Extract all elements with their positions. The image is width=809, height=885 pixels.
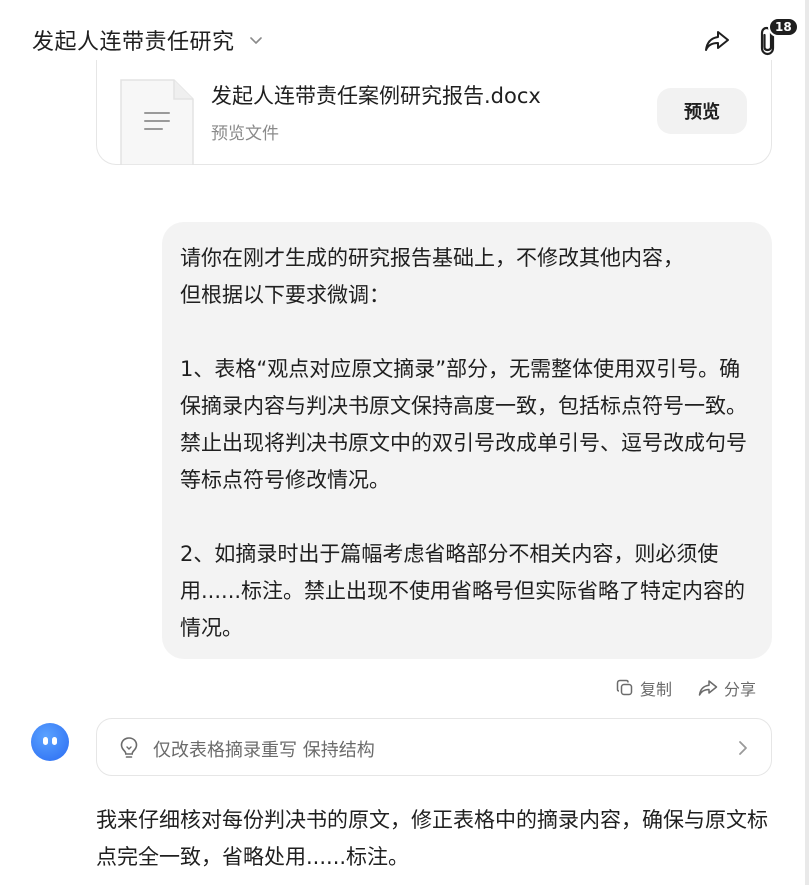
copy-icon	[616, 679, 633, 696]
conversation-title-dropdown[interactable]: 发起人连带责任研究	[32, 24, 265, 56]
conversation-title: 发起人连带责任研究	[32, 30, 235, 55]
user-message-line: 但根据以下要求微调：	[180, 283, 390, 307]
file-subtitle: 预览文件	[211, 124, 279, 144]
document-icon	[120, 79, 194, 165]
scrollbar-track	[805, 0, 809, 885]
attachment-count-badge: 18	[768, 17, 799, 37]
avatar-eye	[43, 737, 48, 745]
share-message-button[interactable]: 分享	[698, 676, 756, 700]
share-icon	[698, 680, 718, 696]
preview-button[interactable]: 预览	[657, 88, 747, 134]
share-icon	[705, 31, 729, 51]
copy-label: 复制	[640, 680, 673, 699]
suggestion-text: 仅改表格摘录重写 保持结构	[153, 740, 375, 761]
file-attachment-card[interactable]: 发起人连带责任案例研究报告.docx 预览文件 预览	[96, 60, 772, 165]
chevron-right-icon	[739, 741, 747, 755]
message-actions: 复制 分享	[616, 676, 756, 700]
user-message-paragraph: 1、表格“观点对应原文摘录”部分，无需整体使用双引号。确保摘录内容与判决书原文保…	[180, 357, 747, 492]
share-button[interactable]	[700, 24, 734, 58]
copy-button[interactable]: 复制	[616, 676, 672, 700]
assistant-reply-text: 我来仔细核对每份判决书的原文，修正表格中的摘录内容，确保与原文标点完全一致，省略…	[96, 808, 768, 869]
user-message-paragraph: 2、如摘录时出于篇幅考虑省略部分不相关内容，则必须使用......标注。禁止出现…	[180, 542, 746, 640]
chevron-down-icon	[249, 37, 262, 44]
lightbulb-icon	[120, 737, 138, 758]
user-message-line: 请你在刚才生成的研究报告基础上，不修改其他内容，	[180, 246, 684, 270]
avatar-eye	[52, 737, 57, 745]
user-message-bubble: 请你在刚才生成的研究报告基础上，不修改其他内容， 但根据以下要求微调： 1、表格…	[162, 222, 772, 659]
suggestion-chip[interactable]: 仅改表格摘录重写 保持结构	[96, 718, 772, 776]
file-name: 发起人连带责任案例研究报告.docx	[211, 84, 541, 108]
share-label: 分享	[724, 680, 757, 699]
assistant-avatar	[31, 723, 69, 761]
